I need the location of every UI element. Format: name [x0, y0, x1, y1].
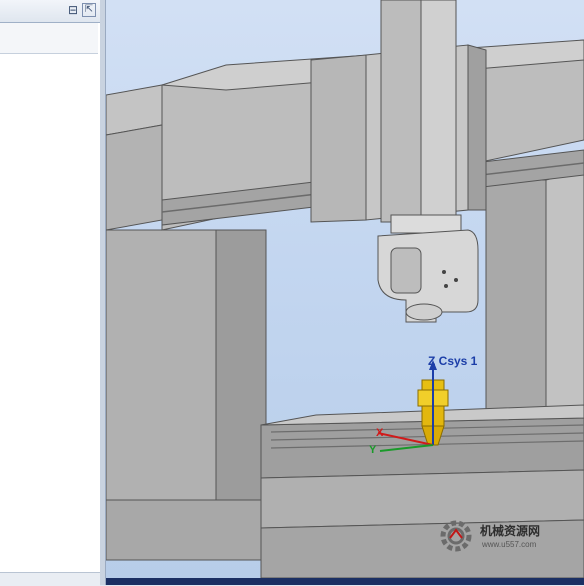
csys-label: Z Csys 1 [428, 354, 478, 368]
site-watermark: 机械资源网 www.u557.com [436, 516, 584, 556]
model-tree-list[interactable] [0, 54, 98, 572]
3d-graphics-viewport[interactable]: X Y Z Csys 1 机械资源网 www.u557.com [106, 0, 584, 578]
axis-x-label: X [376, 427, 384, 439]
watermark-url: www.u557.com [482, 540, 537, 549]
restore-window-icon[interactable]: ⇱ [82, 3, 96, 17]
watermark-text: 机械资源网 [480, 524, 541, 538]
panel-toolbar-strip [0, 23, 98, 54]
horizontal-scrollbar[interactable] [0, 572, 100, 586]
machine-model-render: X Y [106, 0, 584, 578]
model-tree-panel: ⊟ ⇱ [0, 0, 101, 586]
axis-y-label: Y [369, 444, 377, 456]
panel-header: ⊟ ⇱ [0, 0, 100, 23]
gear-icon [440, 520, 472, 552]
status-bar [106, 578, 584, 585]
minimize-icon[interactable]: ⊟ [66, 3, 80, 17]
